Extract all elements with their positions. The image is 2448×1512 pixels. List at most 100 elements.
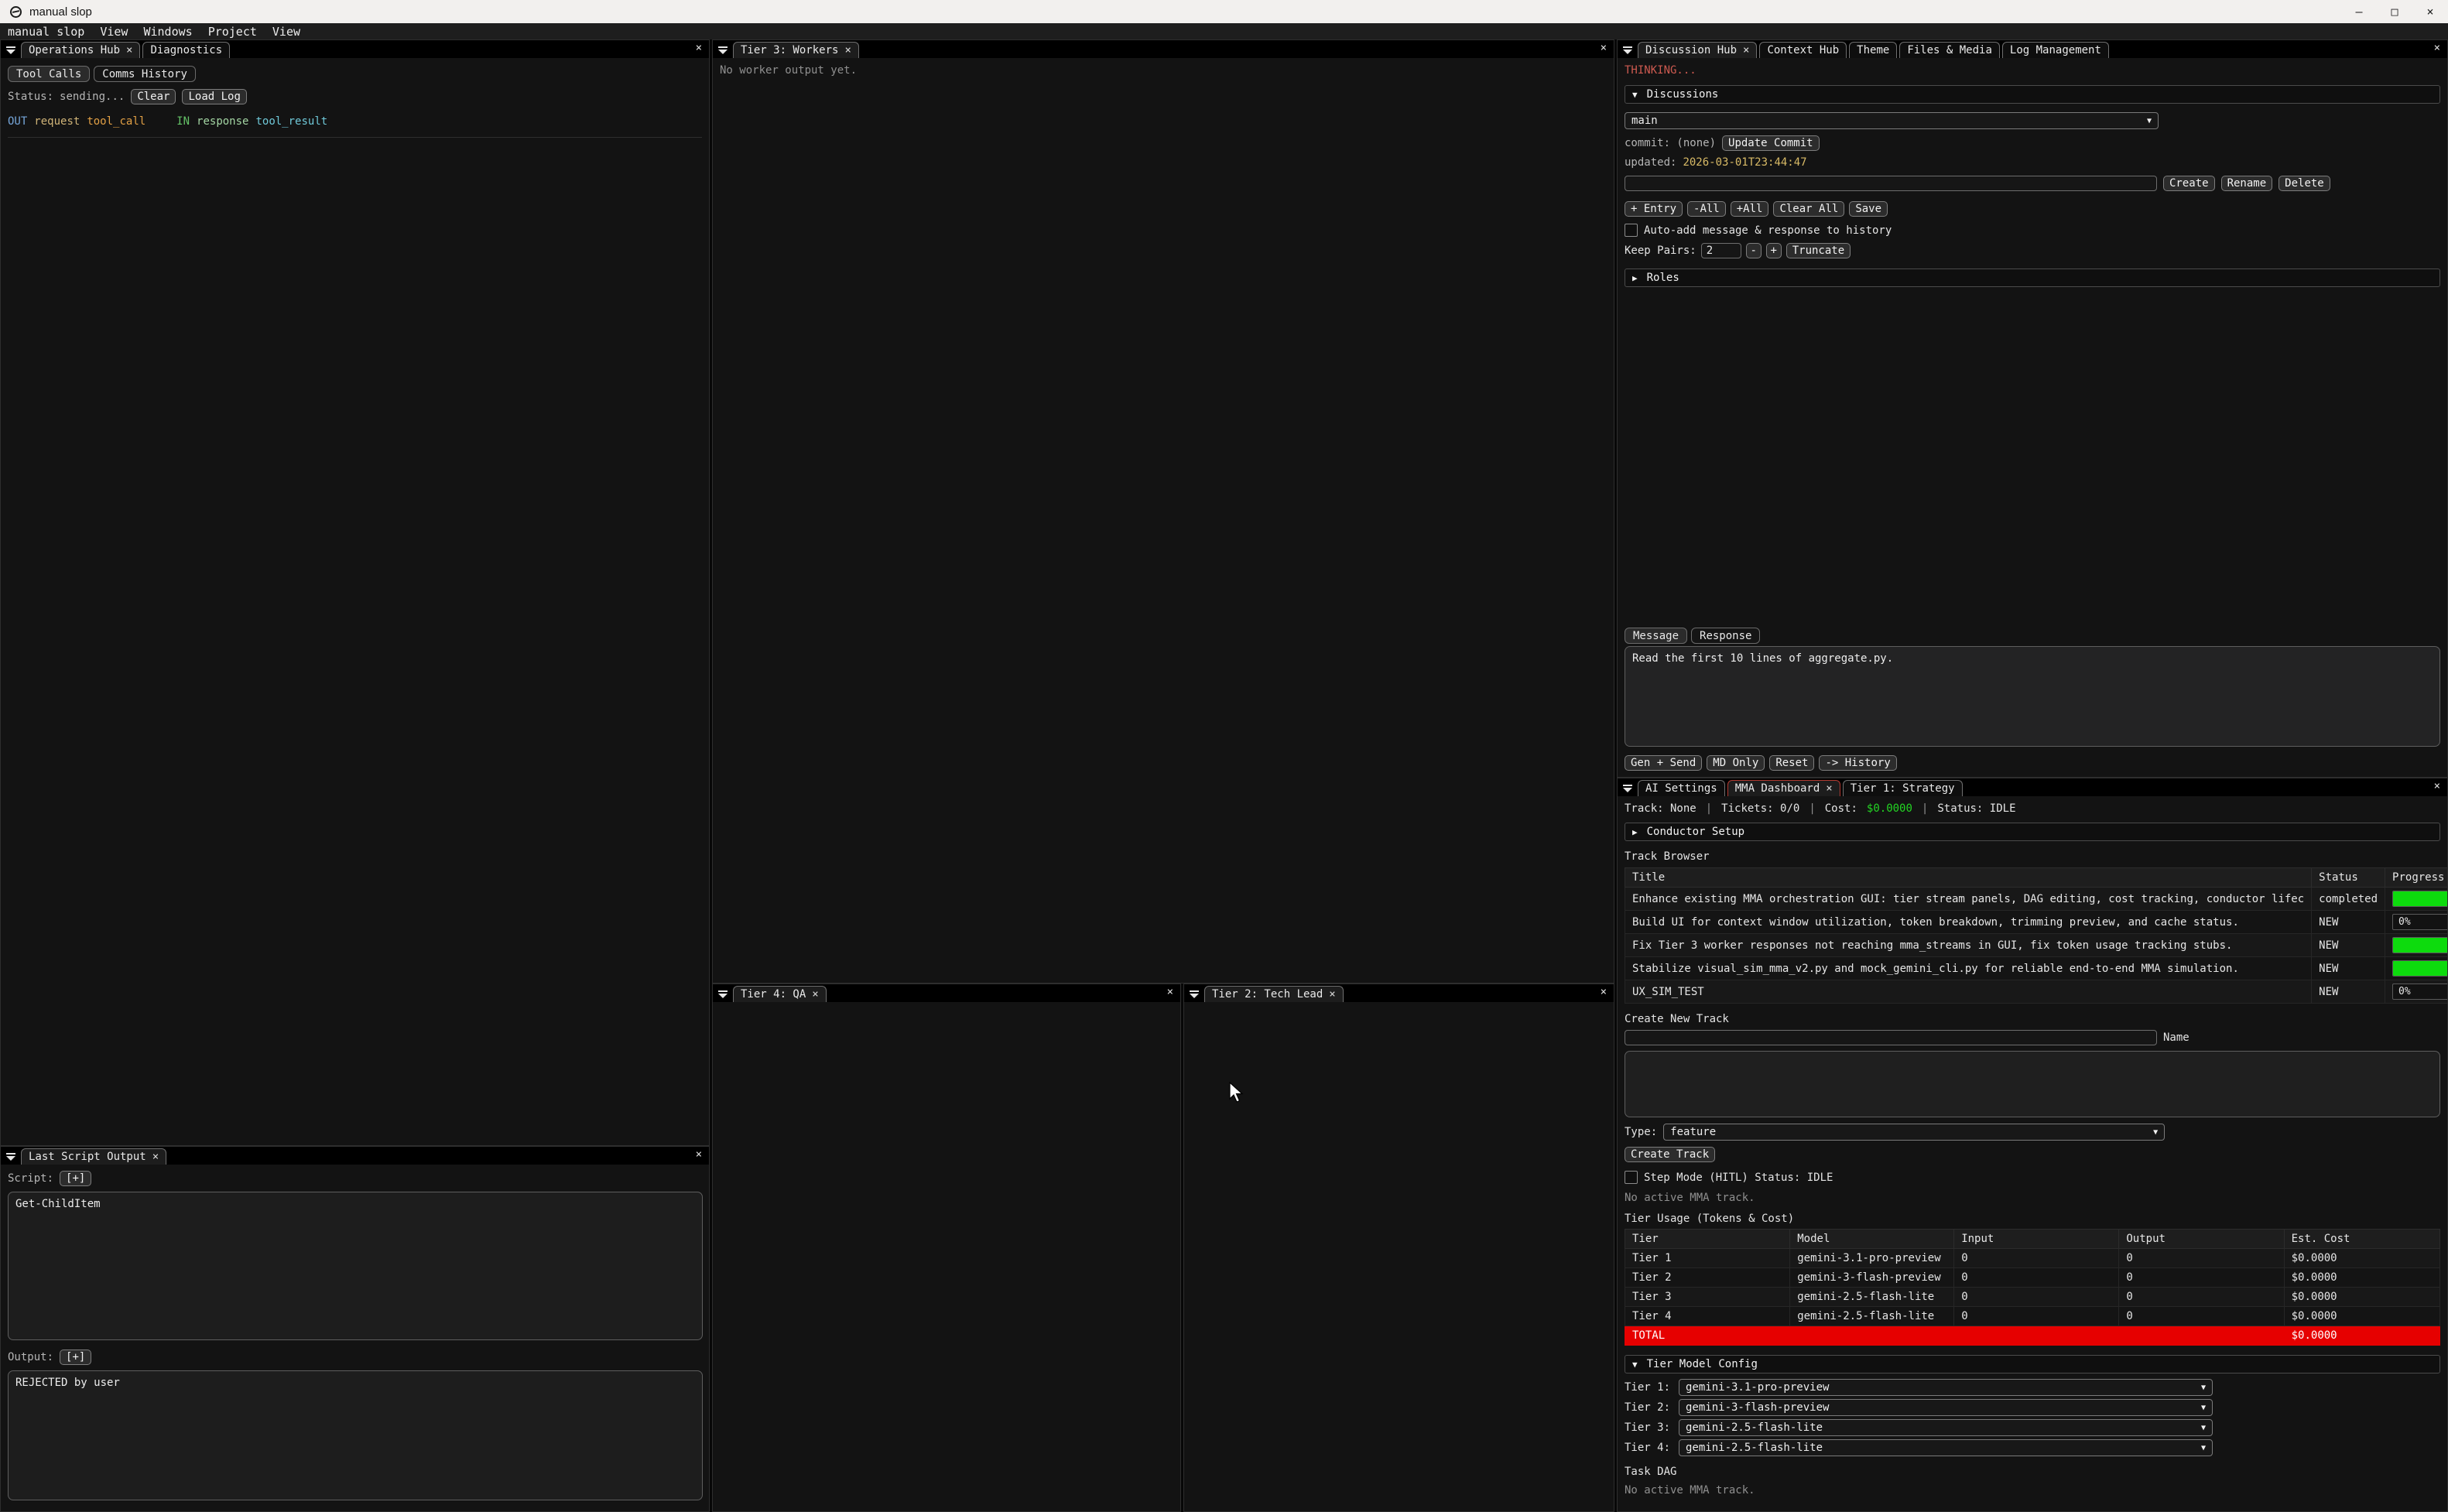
close-icon[interactable]: × (2412, 0, 2448, 23)
tab-close-icon[interactable]: × (1826, 782, 1832, 795)
progress-bar: 100% (2392, 937, 2447, 953)
message-textarea[interactable]: Read the first 10 lines of aggregate.py. (1625, 646, 2440, 747)
panel-close-icon[interactable]: × (2434, 42, 2440, 54)
discussion-name-input[interactable] (1625, 176, 2157, 191)
save-button[interactable]: Save (1849, 201, 1888, 217)
panel-close-icon[interactable]: × (2434, 780, 2440, 792)
panel-close-icon[interactable]: × (1601, 986, 1607, 998)
delete-button[interactable]: Delete (2279, 176, 2330, 191)
branch-select[interactable]: main ▼ (1625, 112, 2159, 129)
script-label: Script: (8, 1172, 53, 1185)
tab-log-management[interactable]: Log Management (2002, 42, 2109, 58)
dock-menu-icon[interactable] (718, 46, 728, 54)
clear-all-button[interactable]: Clear All (1773, 201, 1844, 217)
tab-mma-dashboard[interactable]: MMA Dashboard × (1727, 780, 1840, 796)
increment-button[interactable]: + (1766, 243, 1782, 258)
track-name-input[interactable] (1625, 1030, 2157, 1045)
tab-discussion-hub[interactable]: Discussion Hub × (1638, 42, 1757, 58)
step-mode-checkbox[interactable] (1625, 1171, 1638, 1184)
tab-close-icon[interactable]: × (812, 988, 818, 1001)
clear-button[interactable]: Clear (131, 89, 176, 104)
tier4-model-select[interactable]: gemini-2.5-flash-lite ▼ (1679, 1439, 2213, 1456)
tab-tier4-qa[interactable]: Tier 4: QA × (733, 986, 827, 1002)
tier1-model-select[interactable]: gemini-3.1-pro-preview ▼ (1679, 1379, 2213, 1396)
mouse-cursor (1229, 1082, 1249, 1103)
tab-close-icon[interactable]: × (1329, 988, 1335, 1001)
maximize-icon[interactable]: □ (2377, 0, 2412, 23)
tab-ai-settings[interactable]: AI Settings (1638, 780, 1725, 796)
add-entry-button[interactable]: + Entry (1625, 201, 1683, 217)
update-commit-button[interactable]: Update Commit (1722, 135, 1820, 151)
gen-send-button[interactable]: Gen + Send (1625, 755, 1702, 771)
tier2-model-select[interactable]: gemini-3-flash-preview ▼ (1679, 1399, 2213, 1416)
tab-files-media[interactable]: Files & Media (1899, 42, 2000, 58)
tier-model-config-collapse-header[interactable]: ▼ Tier Model Config (1625, 1355, 2440, 1373)
track-type-select[interactable]: feature ▼ (1663, 1124, 2165, 1141)
md-only-button[interactable]: MD Only (1707, 755, 1765, 771)
expand-all-button[interactable]: +All (1731, 201, 1769, 217)
to-history-button[interactable]: -> History (1819, 755, 1896, 771)
table-row[interactable]: Stabilize visual_sim_mma_v2.py and mock_… (1625, 957, 2448, 980)
panel-close-icon[interactable]: × (696, 42, 702, 54)
tab-operations-hub[interactable]: Operations Hub × (21, 42, 140, 58)
tab-diagnostics[interactable]: Diagnostics (142, 42, 230, 58)
script-textarea[interactable]: Get-ChildItem (8, 1192, 703, 1340)
tab-close-icon[interactable]: × (126, 44, 132, 56)
panel-close-icon[interactable]: × (1167, 986, 1173, 998)
reset-button[interactable]: Reset (1769, 755, 1814, 771)
keep-pairs-input[interactable] (1701, 243, 1741, 258)
panel-close-icon[interactable]: × (1601, 42, 1607, 54)
dock-menu-icon[interactable] (6, 46, 15, 54)
table-row[interactable]: Build UI for context window utilization,… (1625, 911, 2448, 934)
table-row[interactable]: Enhance existing MMA orchestration GUI: … (1625, 888, 2448, 911)
tab-response[interactable]: Response (1691, 628, 1760, 644)
create-button[interactable]: Create (2163, 176, 2215, 191)
output-textarea[interactable]: REJECTED by user (8, 1370, 703, 1500)
tab-tier3-workers[interactable]: Tier 3: Workers × (733, 42, 859, 58)
dock-menu-icon[interactable] (1623, 46, 1632, 54)
tab-tool-calls[interactable]: Tool Calls (8, 66, 90, 82)
tier4-qa-panel: Tier 4: QA × × (712, 983, 1181, 1512)
tab-tier2-tech-lead[interactable]: Tier 2: Tech Lead × (1204, 986, 1344, 1002)
script-expand-button[interactable]: [+] (60, 1171, 91, 1186)
dock-menu-icon[interactable] (1190, 990, 1199, 998)
output-expand-button[interactable]: [+] (60, 1350, 91, 1365)
menu-view[interactable]: View (92, 25, 135, 39)
load-log-button[interactable]: Load Log (182, 89, 246, 104)
decrement-button[interactable]: - (1746, 243, 1762, 258)
autoadd-checkbox[interactable] (1625, 224, 1638, 237)
track-description-textarea[interactable] (1625, 1051, 2440, 1117)
rename-button[interactable]: Rename (2221, 176, 2273, 191)
conductor-setup-collapse-header[interactable]: ▶ Conductor Setup (1625, 823, 2440, 841)
discussions-collapse-header[interactable]: ▼ Discussions (1625, 85, 2440, 104)
tab-comms-history[interactable]: Comms History (94, 66, 196, 82)
create-track-button[interactable]: Create Track (1625, 1147, 1715, 1162)
dock-menu-icon[interactable] (6, 1153, 15, 1161)
task-dag-label: Task DAG (1625, 1466, 1676, 1478)
track-browser-table: Title Status Progress Actions Enhance ex… (1625, 867, 2447, 1004)
table-row[interactable]: UX_SIM_TEST NEW 0% Load (1625, 980, 2448, 1004)
panel-close-icon[interactable]: × (696, 1148, 702, 1161)
menu-project[interactable]: Project (200, 25, 265, 39)
minimize-icon[interactable]: — (2341, 0, 2377, 23)
table-row[interactable]: Fix Tier 3 worker responses not reaching… (1625, 934, 2448, 957)
progress-bar: 0% (2392, 914, 2447, 930)
menu-app[interactable]: manual slop (0, 25, 92, 39)
dock-menu-icon[interactable] (1623, 785, 1632, 792)
total-row: TOTAL $0.0000 (1625, 1326, 2440, 1346)
roles-collapse-header[interactable]: ▶ Roles (1625, 269, 2440, 287)
tab-close-icon[interactable]: × (1743, 44, 1749, 56)
tab-tier1-strategy[interactable]: Tier 1: Strategy (1843, 780, 1963, 796)
tab-close-icon[interactable]: × (152, 1151, 159, 1163)
menu-view-2[interactable]: View (265, 25, 308, 39)
tab-close-icon[interactable]: × (844, 44, 851, 56)
tier3-model-select[interactable]: gemini-2.5-flash-lite ▼ (1679, 1419, 2213, 1436)
dock-menu-icon[interactable] (718, 990, 728, 998)
tab-message[interactable]: Message (1625, 628, 1687, 644)
tab-context-hub[interactable]: Context Hub (1759, 42, 1847, 58)
tab-last-script-output[interactable]: Last Script Output × (21, 1148, 166, 1165)
menu-windows[interactable]: Windows (135, 25, 200, 39)
tab-theme[interactable]: Theme (1849, 42, 1897, 58)
collapse-all-button[interactable]: -All (1687, 201, 1726, 217)
truncate-button[interactable]: Truncate (1786, 243, 1851, 258)
